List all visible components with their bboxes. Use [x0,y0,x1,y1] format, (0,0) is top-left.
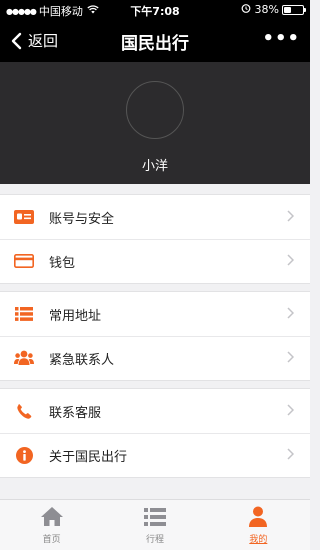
menu-item-label: 紧急联系人 [49,352,115,368]
list-icon [143,508,166,526]
list-icon [14,305,34,323]
chevron-right-icon [287,404,294,416]
alarm-icon [241,3,251,16]
info-icon [14,446,34,464]
tab-home[interactable]: 首页 [0,500,103,550]
menu-item-label: 账号与安全 [49,211,115,227]
more-options-button[interactable]: ••• [262,28,300,49]
chevron-right-icon [287,307,294,319]
chevron-right-icon [287,351,294,363]
status-bar: ●●●●● 中国移动 下午7:08 38% [0,0,310,20]
tab-trips[interactable]: 行程 [103,500,206,550]
person-icon [249,506,268,527]
tab-bar: 首页 行程 我的 [0,499,310,550]
avatar[interactable] [126,81,184,139]
tab-mine[interactable]: 我的 [207,500,310,550]
wallet-card-icon [14,252,34,270]
menu-item-emergency-contacts[interactable]: 紧急联系人 [0,336,310,380]
phone-icon [14,402,34,420]
tab-label: 首页 [42,535,61,545]
tab-label: 我的 [249,535,268,545]
home-icon [40,507,63,526]
battery-percent: 38% [254,3,279,16]
menu-group-account: 账号与安全 钱包 [0,194,310,284]
menu-item-about[interactable]: 关于国民出行 [0,433,310,477]
contacts-icon [14,349,34,367]
menu-group-addresses: 常用地址 紧急联系人 [0,291,310,381]
navigation-bar: 返回 国民出行 ••• [0,20,310,62]
username: 小洋 [141,159,168,174]
menu-group-support: 联系客服 关于国民出行 [0,388,310,478]
menu-item-label: 关于国民出行 [49,449,128,465]
menu-item-customer-service[interactable]: 联系客服 [0,389,310,433]
menu-item-common-addresses[interactable]: 常用地址 [0,292,310,336]
menu-item-label: 钱包 [49,255,76,271]
menu-item-wallet[interactable]: 钱包 [0,239,310,283]
menu-item-label: 常用地址 [49,308,102,324]
tab-label: 行程 [145,535,164,545]
menu-item-account-security[interactable]: 账号与安全 [0,195,310,239]
chevron-right-icon [287,210,294,222]
battery-icon [282,4,306,15]
chevron-right-icon [287,448,294,460]
id-card-icon [14,208,34,226]
chevron-right-icon [287,254,294,266]
menu-item-label: 联系客服 [49,405,102,421]
profile-header: 小洋 [0,62,310,184]
battery-fill [284,6,291,13]
status-right: 38% [241,3,306,16]
